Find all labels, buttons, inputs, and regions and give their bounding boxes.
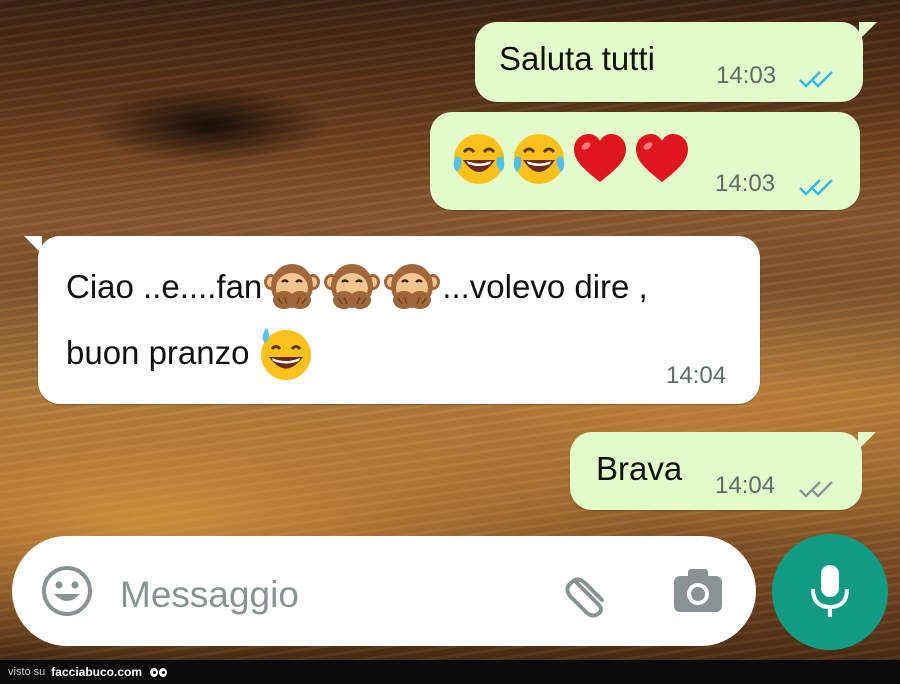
message-text: Brava — [596, 450, 683, 487]
message-line-1: Ciao ..e....fan ...volevo dire , — [66, 260, 648, 314]
face-with-tears-of-joy-icon — [453, 134, 505, 184]
message-time: 14:03 — [715, 170, 776, 197]
paperclip-icon[interactable] — [564, 568, 614, 618]
message-text: buon pranzo — [66, 334, 250, 371]
speak-no-evil-monkey-icon — [324, 264, 381, 309]
message-bubble-outgoing[interactable]: Saluta tutti 14:03 — [475, 22, 877, 102]
message-input-bar[interactable]: Messaggio — [12, 536, 756, 646]
speak-no-evil-monkey-icon — [264, 264, 321, 309]
watermark-prefix: visto su — [8, 666, 46, 678]
emoji-row — [452, 132, 690, 186]
mic-button[interactable] — [772, 534, 888, 650]
message-input-placeholder[interactable]: Messaggio — [120, 574, 299, 616]
monkey-emoji-row — [264, 260, 441, 314]
grinning-face-with-sweat-icon — [261, 328, 312, 380]
delivered-ticks-icon — [799, 481, 833, 498]
message-text: Ciao ..e....fan — [66, 268, 263, 305]
eyes-logo-icon — [150, 667, 167, 677]
message-time: 14:04 — [715, 472, 776, 499]
message-time: 14:04 — [666, 362, 727, 389]
smiley-icon[interactable] — [40, 564, 94, 618]
message-bubble-outgoing[interactable]: 14:03 — [430, 112, 860, 210]
message-line-2: buon pranzo — [66, 324, 315, 382]
message-text: ...volevo dire , — [442, 268, 648, 305]
message-bubble-incoming[interactable]: Ciao ..e....fan ...volevo dire , buon pr… — [24, 236, 760, 404]
watermark-site: facciabuco.com — [51, 665, 142, 679]
red-heart-icon — [574, 134, 626, 182]
microphone-icon — [811, 565, 849, 617]
face-with-tears-of-joy-icon — [513, 134, 565, 184]
read-ticks-icon — [799, 71, 833, 88]
message-bubble-outgoing[interactable]: Brava 14:04 — [570, 432, 876, 510]
read-ticks-icon — [799, 179, 833, 196]
watermark-bar: visto su facciabuco.com — [0, 660, 900, 684]
camera-icon[interactable] — [672, 566, 724, 614]
message-time: 14:03 — [716, 62, 777, 89]
red-heart-icon — [636, 134, 688, 182]
message-text: Saluta tutti — [499, 40, 655, 77]
speak-no-evil-monkey-icon — [384, 264, 441, 309]
